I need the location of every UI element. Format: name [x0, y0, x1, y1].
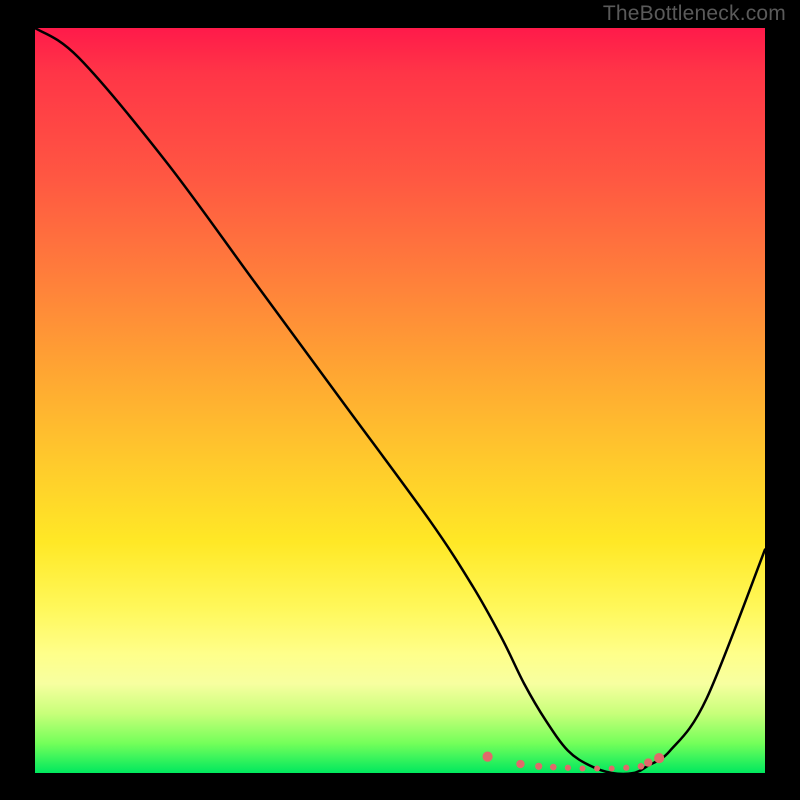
- attribution-text: TheBottleneck.com: [603, 2, 786, 26]
- highlight-dot: [565, 765, 571, 771]
- bottleneck-curve: [35, 28, 765, 774]
- plot-area: [35, 28, 765, 773]
- bottleneck-curve-path: [35, 28, 765, 774]
- highlight-dot: [644, 758, 652, 766]
- highlight-dot: [516, 760, 524, 768]
- highlight-dot: [483, 752, 493, 762]
- highlight-dot: [594, 766, 600, 772]
- highlight-dot: [638, 763, 645, 770]
- chart-frame: TheBottleneck.com: [0, 0, 800, 800]
- highlight-dot: [580, 766, 586, 772]
- highlight-dot: [535, 763, 542, 770]
- highlight-dot: [654, 753, 664, 763]
- highlight-dot: [550, 764, 557, 771]
- curve-svg: [35, 28, 765, 773]
- highlight-dot: [609, 766, 615, 772]
- highlight-dot: [623, 765, 629, 771]
